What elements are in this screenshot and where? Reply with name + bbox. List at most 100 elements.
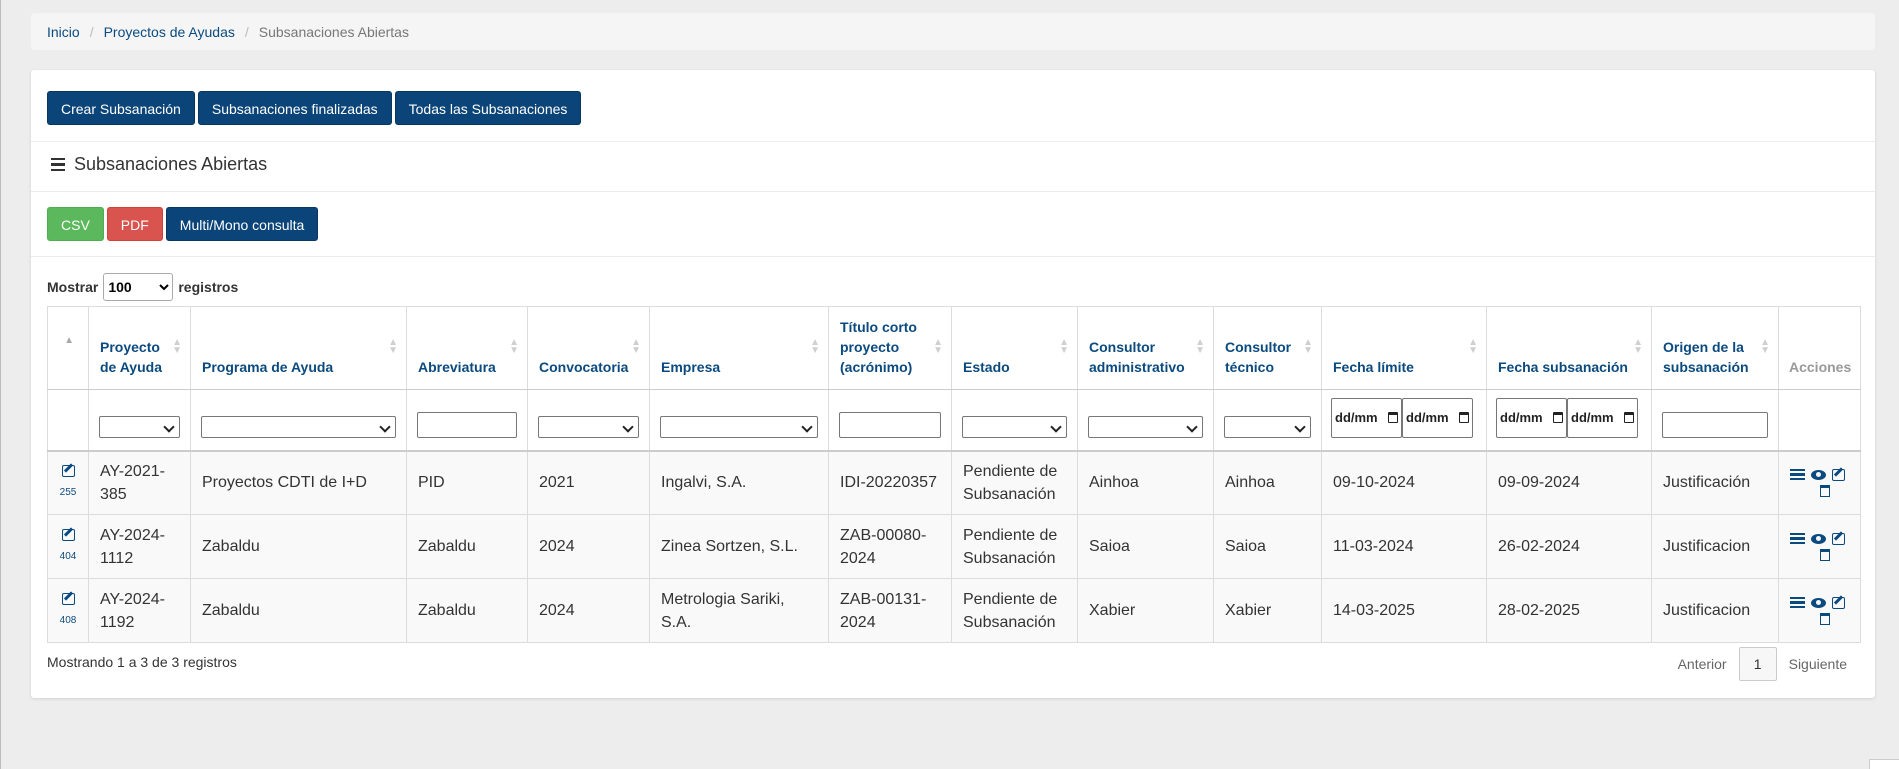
filter-programa-select[interactable] (201, 415, 396, 438)
cell-cons-admin: Xabier (1077, 578, 1214, 643)
cell-convocatoria: 2024 (527, 578, 650, 643)
filter-estado-select[interactable] (962, 415, 1067, 438)
length-label-before: Mostrar (47, 279, 99, 295)
view-icon[interactable] (1811, 469, 1826, 480)
table-filter-row: dd/mm dd/mm dd/mm dd/mm (47, 389, 1861, 452)
table-row: 255 AY-2021-385 Proyectos CDTI de I+D PID 20… (47, 450, 1861, 515)
edit-icon[interactable] (1832, 532, 1845, 545)
view-icon[interactable] (1811, 597, 1826, 608)
filter-origen-input[interactable] (1662, 411, 1768, 438)
cell-fecha-subsanacion: 26-02-2024 (1486, 514, 1652, 579)
edit-icon[interactable] (61, 593, 75, 605)
column-header-convocatoria[interactable]: Convocatoria ▲ ▼ (527, 306, 650, 390)
filter-proyecto-select[interactable] (99, 415, 180, 438)
all-subsanaciones-button[interactable]: Todas las Subsanaciones (394, 91, 582, 125)
filter-consultor-tecnico-select[interactable] (1224, 415, 1311, 438)
list-icon[interactable] (1790, 596, 1805, 609)
edit-cell: 404 (47, 514, 89, 579)
filter-fecha-subsanacion-to[interactable]: dd/mm (1567, 397, 1638, 438)
sort-icon: ▲ (64, 335, 74, 346)
view-icon[interactable] (1811, 533, 1826, 544)
sort-icon: ▲ ▼ (1760, 337, 1770, 356)
column-header-fecha-limite[interactable]: Fecha límite ▲ ▼ (1321, 306, 1487, 390)
pagination-previous[interactable]: Anterior (1666, 656, 1739, 672)
csv-button[interactable]: CSV (47, 207, 104, 241)
create-subsanacion-button[interactable]: Crear Subsanación (47, 91, 195, 125)
corner-tab (1869, 759, 1899, 769)
divider (31, 141, 1875, 142)
cell-cons-tec: Saioa (1213, 514, 1322, 579)
column-header-proyecto[interactable]: Proyecto de Ayuda ▲ ▼ (88, 306, 191, 390)
sort-icon: ▲ ▼ (172, 337, 182, 356)
breadcrumb-current: Subsanaciones Abiertas (258, 23, 409, 40)
pagination-next[interactable]: Siguiente (1777, 656, 1859, 672)
column-header-edit[interactable]: ▲ (47, 306, 89, 390)
cell-programa: Proyectos CDTI de I+D (190, 450, 407, 515)
cell-cons-tec: Ainhoa (1213, 450, 1322, 515)
row-id-link[interactable]: 255 (50, 486, 86, 500)
cell-fecha-limite: 11-03-2024 (1321, 514, 1487, 579)
divider (31, 256, 1875, 257)
sort-icon: ▲ ▼ (1303, 337, 1313, 356)
list-icon[interactable] (1790, 532, 1805, 545)
filter-empresa-select[interactable] (660, 415, 818, 438)
length-control: Mostrar 100 registros (47, 273, 238, 301)
edit-icon[interactable] (1832, 596, 1845, 609)
filter-convocatoria-select[interactable] (538, 415, 639, 438)
cell-convocatoria: 2024 (527, 514, 650, 579)
row-id-link[interactable]: 404 (50, 550, 86, 564)
column-header-programa[interactable]: Programa de Ayuda ▲ ▼ (190, 306, 407, 390)
cell-fecha-subsanacion: 09-09-2024 (1486, 450, 1652, 515)
trash-icon[interactable] (1820, 612, 1830, 625)
cell-estado: Pendiente de Subsanación (951, 450, 1078, 515)
table-header-row: ▲ Proyecto de Ayuda ▲ ▼ Programa de Ayuda ▲… (47, 306, 1861, 390)
column-header-estado[interactable]: Estado ▲ ▼ (951, 306, 1078, 390)
filter-abreviatura-input[interactable] (417, 411, 517, 438)
pdf-button[interactable]: PDF (106, 207, 163, 241)
edit-cell: 255 (47, 450, 89, 515)
list-icon[interactable] (1790, 468, 1805, 481)
cell-convocatoria: 2021 (527, 450, 650, 515)
filter-fecha-limite-from[interactable]: dd/mm (1331, 397, 1402, 438)
edit-icon[interactable] (61, 465, 75, 478)
cell-empresa: Ingalvi, S.A. (649, 450, 829, 515)
actions-cell (1778, 514, 1861, 579)
calendar-icon (1388, 412, 1398, 423)
cell-origen: Justificacion (1651, 514, 1779, 579)
cell-cons-admin: Saioa (1077, 514, 1214, 579)
length-label-after: registros (178, 279, 239, 295)
menu-icon (51, 157, 65, 172)
filter-consultor-admin-select[interactable] (1088, 415, 1203, 438)
column-header-consultor-tecnico[interactable]: Consultor técnico ▲ ▼ (1213, 306, 1322, 390)
subsanaciones-table: ▲ Proyecto de Ayuda ▲ ▼ Programa de Ayuda ▲… (47, 306, 1861, 643)
multi-mono-button[interactable]: Multi/Mono consulta (165, 207, 319, 241)
pagination-current-page[interactable]: 1 (1738, 647, 1777, 681)
length-select[interactable]: 100 (103, 273, 174, 301)
breadcrumb-home-link[interactable]: Inicio (47, 24, 80, 40)
column-header-titulo[interactable]: Título corto proyecto (acrónimo) ▲ ▼ (828, 306, 952, 390)
trash-icon[interactable] (1820, 548, 1830, 561)
row-id-link[interactable]: 408 (50, 614, 86, 628)
section-title-text: Subsanaciones Abiertas (74, 154, 268, 174)
finished-subsanaciones-button[interactable]: Subsanaciones finalizadas (197, 91, 392, 125)
column-header-fecha-subsanacion[interactable]: Fecha subsanación ▲ ▼ (1486, 306, 1652, 390)
cell-abreviatura: Zabaldu (406, 514, 528, 579)
column-header-abreviatura[interactable]: Abreviatura ▲ ▼ (406, 306, 528, 390)
edit-icon[interactable] (61, 529, 75, 541)
edit-cell: 408 (47, 578, 89, 643)
filter-titulo-input[interactable] (839, 411, 941, 438)
sort-icon: ▲ ▼ (509, 337, 519, 356)
calendar-icon (1624, 412, 1634, 423)
cell-abreviatura: PID (406, 450, 528, 515)
table-row: 408 AY-2024-1192 Zabaldu Zabaldu 2024 Metrolo… (47, 578, 1861, 643)
edit-icon[interactable] (1832, 468, 1845, 481)
trash-icon[interactable] (1820, 484, 1830, 497)
breadcrumb-projects-link[interactable]: Proyectos de Ayudas (104, 24, 235, 40)
column-header-origen[interactable]: Origen de la subsanación ▲ ▼ (1651, 306, 1779, 390)
cell-proyecto: AY-2024-1192 (88, 578, 191, 643)
breadcrumb-separator: / (89, 23, 94, 40)
column-header-consultor-admin[interactable]: Consultor administrativo ▲ ▼ (1077, 306, 1214, 390)
filter-fecha-subsanacion-from[interactable]: dd/mm (1496, 397, 1567, 438)
column-header-empresa[interactable]: Empresa ▲ ▼ (649, 306, 829, 390)
filter-fecha-limite-to[interactable]: dd/mm (1402, 397, 1473, 438)
